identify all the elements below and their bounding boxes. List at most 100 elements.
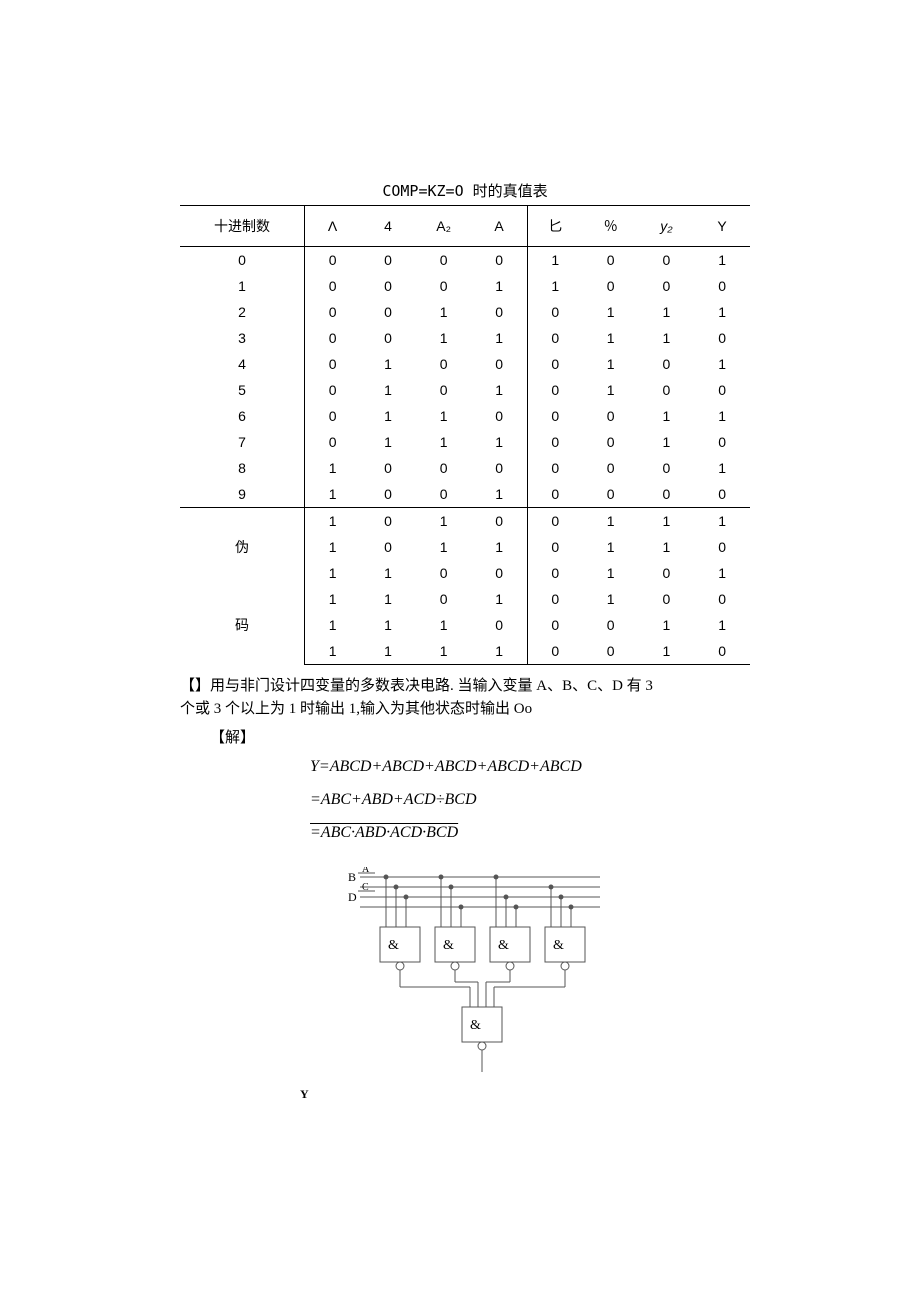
cell: 0 [527, 299, 583, 325]
cell: 1 [639, 403, 695, 429]
cell: 1 [360, 403, 416, 429]
cell: 1 [416, 299, 472, 325]
svg-text:&: & [443, 938, 454, 953]
table-row: 100011000 [180, 273, 750, 299]
nand-circuit-svg: B D A C & & [320, 867, 610, 1077]
cell: 0 [527, 638, 583, 665]
cell: 0 [360, 247, 416, 274]
cell: 0 [527, 612, 583, 638]
table-row: 601100011 [180, 403, 750, 429]
cell: 0 [527, 455, 583, 481]
cell: 0 [527, 508, 583, 535]
cell: 1 [472, 325, 528, 351]
cell: 0 [472, 299, 528, 325]
equation-block: Y=ABCD+ABCD+ABCD+ABCD+ABCD =ABC+ABD+ACD÷… [180, 753, 750, 847]
cell: 0 [527, 351, 583, 377]
cell: 1 [694, 351, 750, 377]
cell: 1 [472, 273, 528, 299]
cell: 1 [360, 586, 416, 612]
cell: 1 [360, 560, 416, 586]
cell: 1 [694, 247, 750, 274]
table-row: 300110110 [180, 325, 750, 351]
cell: 1 [360, 638, 416, 665]
header-y2: ％ [583, 206, 639, 247]
cell: 1 [639, 508, 695, 535]
cell: 0 [694, 534, 750, 560]
cell: 0 [416, 586, 472, 612]
cell: 1 [583, 508, 639, 535]
cell: 0 [305, 325, 361, 351]
problem-line2: 个或 3 个以上为 1 时输出 1,输入为其他状态时输出 Oo [180, 701, 532, 717]
bus-label-b: B [348, 870, 356, 884]
cell: 1 [360, 612, 416, 638]
cell: 0 [360, 325, 416, 351]
cell: 1 [583, 325, 639, 351]
cell: 6 [180, 403, 305, 429]
cell: 1 [416, 638, 472, 665]
cell: 1 [472, 377, 528, 403]
cell: 0 [472, 351, 528, 377]
cell: 0 [472, 403, 528, 429]
header-y0: Y [694, 206, 750, 247]
cell: 1 [583, 351, 639, 377]
cell: 1 [416, 403, 472, 429]
document-page: COMP=KZ=O 时的真值表 十进制数 Λ 4 A₂ A 匕 ％ y₂ Y 0… [0, 0, 920, 1162]
cell: 0 [416, 273, 472, 299]
header-decimal: 十进制数 [180, 206, 305, 247]
cell: 0 [583, 273, 639, 299]
cell: 1 [305, 508, 361, 535]
truth-table: 十进制数 Λ 4 A₂ A 匕 ％ y₂ Y 00000100110001100… [180, 205, 750, 665]
cell: 1 [416, 325, 472, 351]
cell: 0 [305, 247, 361, 274]
cell: 0 [527, 403, 583, 429]
cell: 0 [639, 455, 695, 481]
cell: 0 [694, 586, 750, 612]
circuit-diagram: B D A C & & [180, 867, 750, 1077]
cell: 5 [180, 377, 305, 403]
table-row: 701110010 [180, 429, 750, 455]
cell: 1 [472, 534, 528, 560]
cell: 1 [180, 273, 305, 299]
cell: 1 [305, 534, 361, 560]
table-row: 000001001 [180, 247, 750, 274]
cell: 1 [694, 508, 750, 535]
cell: 0 [305, 377, 361, 403]
cell: 0 [472, 612, 528, 638]
cell: 3 [180, 325, 305, 351]
output-label-y: Y [180, 1087, 750, 1102]
cell: 1 [639, 325, 695, 351]
cell: 1 [472, 429, 528, 455]
cell: 0 [583, 429, 639, 455]
cell: 0 [360, 455, 416, 481]
cell: 1 [416, 612, 472, 638]
cell: 1 [639, 299, 695, 325]
cell: 0 [694, 377, 750, 403]
cell: 0 [472, 455, 528, 481]
cell: 0 [639, 377, 695, 403]
cell: 0 [694, 273, 750, 299]
cell: 4 [180, 351, 305, 377]
cell: 0 [360, 508, 416, 535]
table-row: 810000001 [180, 455, 750, 481]
cell: 0 [360, 481, 416, 508]
cell: 1 [639, 534, 695, 560]
cell: 1 [305, 638, 361, 665]
label-wei: 伪 [180, 508, 305, 587]
table-row: 910010000 [180, 481, 750, 508]
cell: 1 [305, 481, 361, 508]
cell: 1 [305, 612, 361, 638]
cell: 1 [694, 299, 750, 325]
cell: 1 [583, 560, 639, 586]
cell: 1 [360, 351, 416, 377]
cell: 0 [416, 247, 472, 274]
cell: 8 [180, 455, 305, 481]
cell: 0 [527, 586, 583, 612]
cell: 1 [694, 560, 750, 586]
cell: 0 [305, 299, 361, 325]
cell: 0 [305, 273, 361, 299]
svg-text:&: & [470, 1018, 481, 1033]
nand-gate-final: & [462, 1007, 502, 1072]
equation-1: Y=ABCD+ABCD+ABCD+ABCD+ABCD [310, 753, 750, 782]
header-y3: 匕 [527, 206, 583, 247]
cell: 1 [527, 247, 583, 274]
